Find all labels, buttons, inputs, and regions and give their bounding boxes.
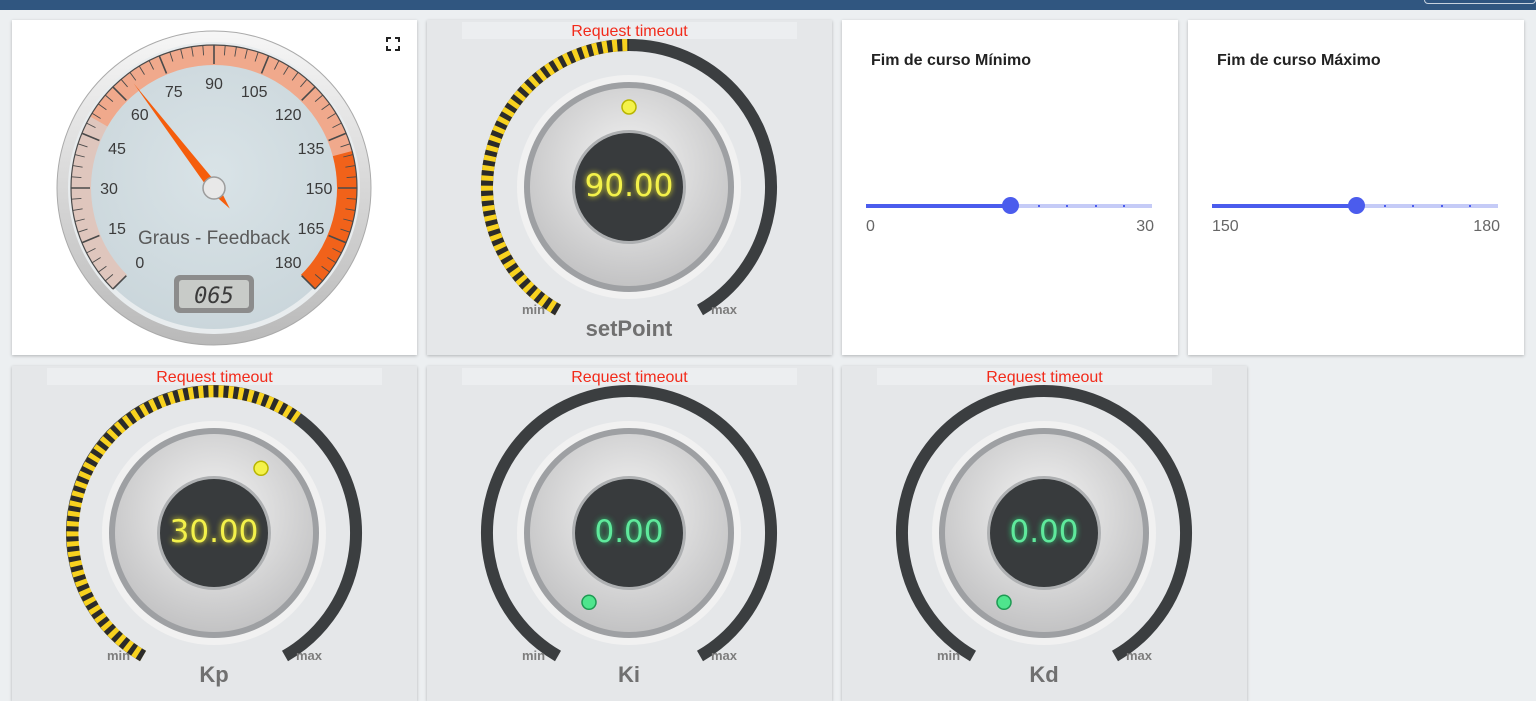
slider-card-max-limit: Fim de curso Máximo 150 180: [1188, 20, 1524, 355]
lcd-readout: 065: [194, 284, 234, 309]
gauge-tick-label: 150: [306, 181, 333, 198]
slider-tick: [1469, 205, 1471, 207]
gauge-tick-label: 105: [241, 84, 268, 101]
slider-fill: [1212, 204, 1356, 208]
slider-tick: [1412, 205, 1414, 207]
knob-min-label: min: [522, 302, 546, 317]
slider-thumb[interactable]: [1002, 197, 1019, 214]
gauge-tick-label: 0: [135, 255, 144, 272]
feedback-gauge: 0 15 30 45 60 75 90 105 120 135 150 165 180 Graus - F…: [56, 30, 372, 346]
knob-value: 0.00: [594, 514, 664, 550]
gauge-tick-label: 60: [131, 107, 149, 124]
gauge-tick-label: 45: [108, 141, 126, 158]
slider-title: Fim de curso Mínimo: [871, 52, 1032, 69]
gauge-tick-label: 90: [205, 76, 223, 93]
slider-max-label: 180: [1473, 218, 1500, 235]
header-button[interactable]: [1424, 0, 1536, 4]
knob-value: 90.00: [584, 168, 674, 204]
knob-min-label: min: [107, 648, 131, 663]
slider-tick: [1066, 205, 1068, 207]
ki-knob-card: Request timeout 0.00 min max Ki: [427, 366, 832, 701]
gauge-card: 0 15 30 45 60 75 90 105 120 135 150 165 180 Graus - F…: [12, 20, 417, 355]
slider-max-label: 30: [1136, 218, 1154, 235]
gauge-tick-label: 135: [298, 141, 325, 158]
gauge-tick-label: 15: [108, 221, 126, 238]
knob-max-label: max: [711, 648, 738, 663]
knob-indicator-dot: [996, 594, 1012, 611]
slider-tick: [1441, 205, 1443, 207]
knob-title: Kd: [1029, 662, 1059, 687]
setpoint-knob-card: Request timeout 90.00 min max setPoint: [427, 20, 832, 355]
knob-title: Ki: [618, 662, 640, 687]
knob-max-label: max: [1126, 648, 1153, 663]
top-header-bar: [0, 0, 1536, 10]
slider-tick: [1038, 205, 1040, 207]
knob-min-label: min: [937, 648, 961, 663]
slider-card-min-limit: Fim de curso Mínimo 0 30: [842, 20, 1178, 355]
knob-indicator-dot: [581, 594, 597, 611]
slider-thumb[interactable]: [1348, 197, 1365, 214]
gauge-tick-label: 30: [100, 181, 118, 198]
knob-min-label: min: [522, 648, 546, 663]
gauge-tick-label: 75: [165, 84, 183, 101]
slider-tick: [1384, 205, 1386, 207]
knob-title: Kp: [199, 662, 229, 687]
kp-knob-card: Request timeout 30.00 min max Kp: [12, 366, 417, 701]
gauge-needle-hub: [202, 176, 226, 200]
gauge-title: Graus - Feedback: [138, 228, 291, 249]
kd-knob-card: Request timeout 0.00 min max Kd: [842, 366, 1247, 701]
gauge-tick-label: 165: [298, 221, 325, 238]
expand-icon[interactable]: [386, 37, 400, 51]
knob-max-label: max: [296, 648, 323, 663]
slider-track[interactable]: [866, 197, 1152, 214]
knob-value: 0.00: [1009, 514, 1079, 550]
knob-value: 30.00: [169, 514, 259, 550]
slider-track[interactable]: [1212, 197, 1498, 214]
slider-fill: [866, 204, 1010, 208]
knob-indicator-dot: [621, 99, 637, 115]
knob-indicator-dot: [253, 460, 269, 477]
slider-min-label: 0: [866, 218, 875, 235]
slider-tick: [1095, 205, 1097, 207]
slider-min-label: 150: [1212, 218, 1239, 235]
knob-max-label: max: [711, 302, 738, 317]
gauge-tick-label: 120: [275, 107, 302, 124]
slider-title: Fim de curso Máximo: [1217, 52, 1381, 69]
slider-tick: [1123, 205, 1125, 207]
knob-title: setPoint: [585, 316, 673, 341]
gauge-tick-label: 180: [275, 255, 302, 272]
